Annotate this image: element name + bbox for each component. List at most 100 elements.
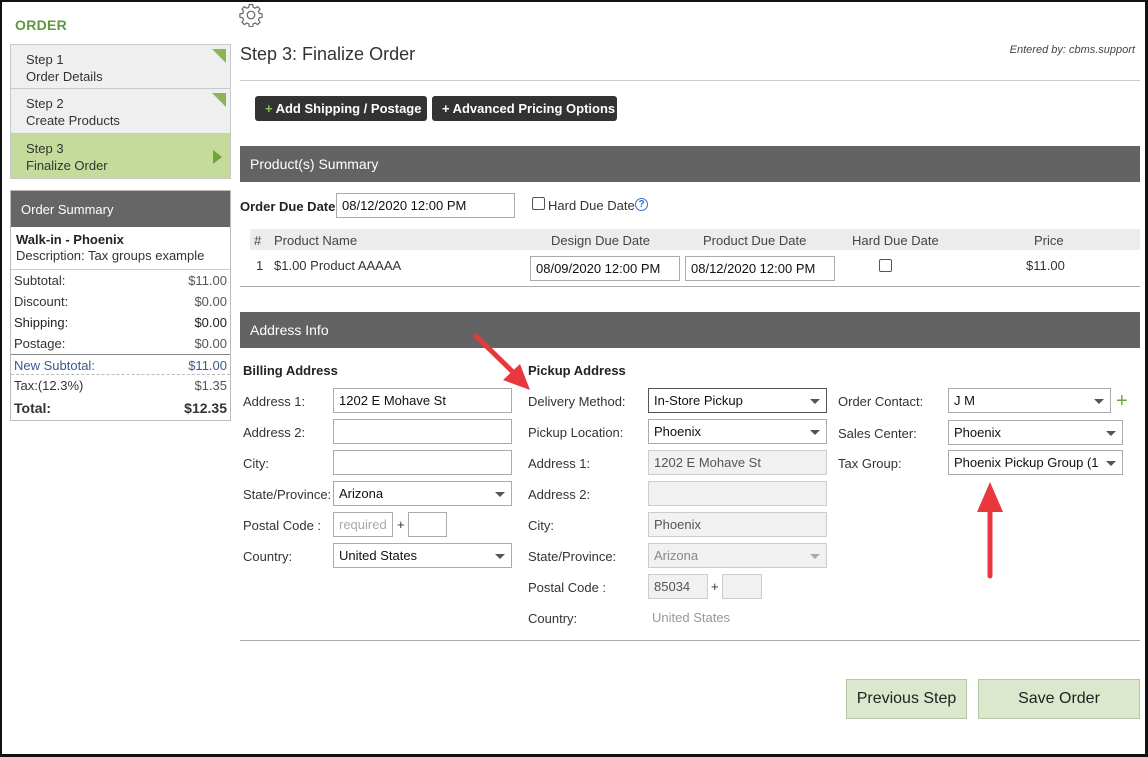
step-1-number: Step 1 (26, 52, 64, 67)
gear-icon[interactable] (239, 3, 263, 27)
billing-address2-input[interactable] (333, 419, 512, 444)
pickup-city-field: Phoenix (648, 512, 827, 537)
billing-state-label: State/Province: (243, 487, 332, 502)
hard-due-date-label: Hard Due Date (548, 198, 635, 213)
discount-value: $0.00 (194, 294, 227, 309)
previous-step-button[interactable]: Previous Step (846, 679, 967, 719)
pickup-location-label: Pickup Location: (528, 425, 624, 440)
pickup-country-value: United States (652, 610, 731, 625)
pickup-state-label: State/Province: (528, 549, 617, 564)
billing-state-value: Arizona (339, 486, 384, 501)
customer-name: Walk-in - Phoenix (16, 232, 124, 247)
advanced-pricing-button[interactable]: + Advanced Pricing Options (432, 96, 617, 121)
tax-group-label: Tax Group: (838, 456, 902, 471)
billing-address-title: Billing Address (243, 363, 338, 378)
pickup-city-label: City: (528, 518, 554, 533)
new-subtotal-label: New Subtotal: (14, 358, 95, 373)
billing-address2-label: Address 2: (243, 425, 306, 440)
tax-row: Tax:(12.3%) $1.35 (11, 375, 230, 396)
plus-icon: + (265, 101, 273, 116)
order-summary-panel: Order Summary Walk-in - Phoenix Descript… (10, 190, 231, 421)
add-shipping-button[interactable]: + Add Shipping / Postage (255, 96, 427, 121)
order-contact-select[interactable]: J M (948, 388, 1111, 413)
help-icon[interactable]: ? (635, 198, 648, 211)
total-value: $12.35 (184, 400, 227, 416)
pickup-address1-label: Address 1: (528, 456, 591, 471)
save-order-button[interactable]: Save Order (978, 679, 1140, 719)
pickup-country-label: Country: (528, 611, 578, 626)
add-contact-icon[interactable]: + (1116, 391, 1128, 411)
row-hard-due-checkbox[interactable] (879, 259, 892, 272)
order-contact-value: J M (954, 393, 975, 408)
col-price: Price (1034, 233, 1064, 248)
order-due-label: Order Due Date: (240, 199, 340, 214)
step-1[interactable]: Step 1 Order Details (10, 44, 231, 89)
entered-by: Entered by: cbms.support (1009, 44, 1135, 56)
subtotal-row: Subtotal: $11.00 (11, 270, 230, 291)
postage-label: Postage: (14, 336, 66, 351)
pickup-postal-ext-field (722, 574, 762, 599)
billing-country-label: Country: (243, 549, 293, 564)
chevron-down-icon (810, 399, 820, 404)
products-section-header: Product(s) Summary (240, 146, 1140, 182)
billing-country-select[interactable]: United States (333, 543, 512, 568)
shipping-value: $0.00 (194, 315, 227, 330)
chevron-down-icon (1106, 431, 1116, 436)
corner-marker-icon (212, 49, 226, 63)
hard-due-date-checkbox[interactable] (532, 197, 545, 210)
add-shipping-label: Add Shipping / Postage (275, 101, 422, 116)
total-label: Total: (14, 400, 52, 416)
delivery-method-label: Delivery Method: (528, 394, 626, 409)
new-subtotal-row: New Subtotal: $11.00 (11, 354, 230, 375)
col-product-due: Product Due Date (703, 233, 807, 248)
step-3-number: Step 3 (26, 141, 64, 156)
col-product-name: Product Name (274, 233, 358, 248)
chevron-down-icon (495, 554, 505, 559)
billing-address1-label: Address 1: (243, 394, 306, 409)
billing-postal-ext-input[interactable] (408, 512, 447, 537)
discount-label: Discount: (14, 294, 69, 309)
discount-row: Discount: $0.00 (11, 291, 230, 312)
order-summary-title: Order Summary (11, 191, 230, 227)
order-heading: ORDER (15, 17, 68, 33)
billing-city-input[interactable] (333, 450, 512, 475)
corner-marker-icon (212, 93, 226, 107)
step-2[interactable]: Step 2 Create Products (10, 89, 231, 134)
product-price: $11.00 (1026, 258, 1065, 273)
order-due-date-input[interactable]: 08/12/2020 12:00 PM (336, 193, 515, 218)
address-section-header: Address Info (240, 312, 1140, 348)
order-description: Description: Tax groups example (11, 247, 230, 270)
subtotal-value: $11.00 (188, 273, 227, 288)
row-number: 1 (256, 258, 264, 273)
product-due-date-input[interactable]: 08/12/2020 12:00 PM (685, 256, 835, 281)
sales-center-select[interactable]: Phoenix (948, 420, 1123, 445)
pickup-location-select[interactable]: Phoenix (648, 419, 827, 444)
shipping-label: Shipping: (14, 315, 69, 330)
advanced-pricing-label: Advanced Pricing Options (452, 101, 616, 116)
tax-group-select[interactable]: Phoenix Pickup Group (1 (948, 450, 1123, 475)
delivery-method-select[interactable]: In-Store Pickup (648, 388, 827, 413)
tax-group-value: Phoenix Pickup Group (1 (954, 455, 1099, 470)
shipping-row: Shipping: $0.00 (11, 312, 230, 333)
sales-center-value: Phoenix (954, 425, 1001, 440)
billing-address1-input[interactable]: 1202 E Mohave St (333, 388, 512, 413)
sales-center-label: Sales Center: (838, 426, 917, 441)
chevron-down-icon (495, 492, 505, 497)
col-number: # (254, 233, 262, 248)
step-1-label: Order Details (26, 69, 103, 84)
page-title: Step 3: Finalize Order (240, 44, 416, 64)
billing-postal-label: Postal Code : (243, 518, 322, 533)
billing-state-select[interactable]: Arizona (333, 481, 512, 506)
total-row: Total: $12.35 (11, 396, 230, 420)
step-3[interactable]: Step 3 Finalize Order (10, 134, 231, 179)
billing-postal-input[interactable]: required (333, 512, 393, 537)
divider (240, 286, 1140, 287)
col-hard-due: Hard Due Date (852, 233, 939, 248)
billing-city-label: City: (243, 456, 269, 471)
pickup-postal-field: 85034 (648, 574, 708, 599)
chevron-down-icon (810, 554, 820, 559)
billing-country-value: United States (339, 548, 418, 563)
design-due-date-input[interactable]: 08/09/2020 12:00 PM (530, 256, 680, 281)
pickup-address-title: Pickup Address (528, 363, 626, 378)
new-subtotal-value: $11.00 (188, 358, 227, 373)
